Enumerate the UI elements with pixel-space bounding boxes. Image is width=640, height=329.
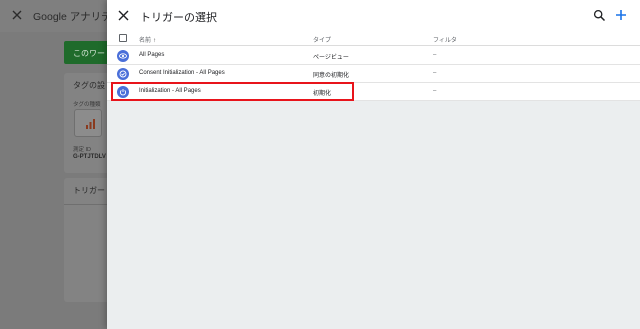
column-header-name[interactable]: 名前 ↑ <box>139 35 156 44</box>
background-card-title: タグの設 <box>73 81 105 90</box>
trigger-name: Initialization - All Pages <box>139 88 201 94</box>
add-icon[interactable] <box>614 8 628 22</box>
panel-title: トリガーの選択 <box>140 12 217 24</box>
select-all-checkbox[interactable] <box>119 34 127 42</box>
analytics-icon <box>86 119 95 129</box>
close-icon[interactable] <box>117 9 130 22</box>
sort-arrow-icon: ↑ <box>153 38 157 44</box>
column-header-type[interactable]: タイプ <box>313 35 331 44</box>
trigger-table: 名前 ↑ タイプ フィルタ All Pages ページビュー – Consent … <box>107 32 640 101</box>
background-measurement-label: 測定 ID <box>73 147 92 153</box>
table-row[interactable]: Consent Initialization - All Pages 同意の初期… <box>107 65 640 83</box>
search-icon[interactable] <box>593 9 606 22</box>
trigger-filter: – <box>433 52 437 58</box>
trigger-type: 初期化 <box>313 91 332 97</box>
power-icon <box>117 86 129 98</box>
trigger-filter: – <box>433 70 437 76</box>
table-row[interactable]: All Pages ページビュー – <box>107 47 640 65</box>
table-row[interactable]: Initialization - All Pages 初期化 – <box>107 83 640 101</box>
trigger-type: ページビュー <box>313 55 349 61</box>
panel-header: トリガーの選択 <box>107 0 640 32</box>
table-header: 名前 ↑ タイプ フィルタ <box>107 32 640 46</box>
trigger-name: All Pages <box>139 52 165 58</box>
background-measurement-id: G-PTJTDLV <box>73 154 106 160</box>
column-header-filter[interactable]: フィルタ <box>433 35 457 44</box>
trigger-picker-panel: トリガーの選択 名前 ↑ タイプ フィルタ All Pages ページビュー – … <box>107 0 640 329</box>
background-card-sub: タグの種類 <box>73 102 101 108</box>
background-divider <box>64 204 110 205</box>
trigger-type: 同意の初期化 <box>313 73 350 79</box>
trigger-name: Consent Initialization - All Pages <box>139 70 225 76</box>
consent-icon <box>117 68 129 80</box>
column-name-label: 名前 <box>139 38 152 44</box>
background-trigger-card <box>64 178 110 302</box>
background-triggers-title: トリガー <box>73 186 105 195</box>
background-close-icon <box>12 10 22 20</box>
eye-icon <box>117 50 129 62</box>
trigger-filter: – <box>433 88 437 94</box>
